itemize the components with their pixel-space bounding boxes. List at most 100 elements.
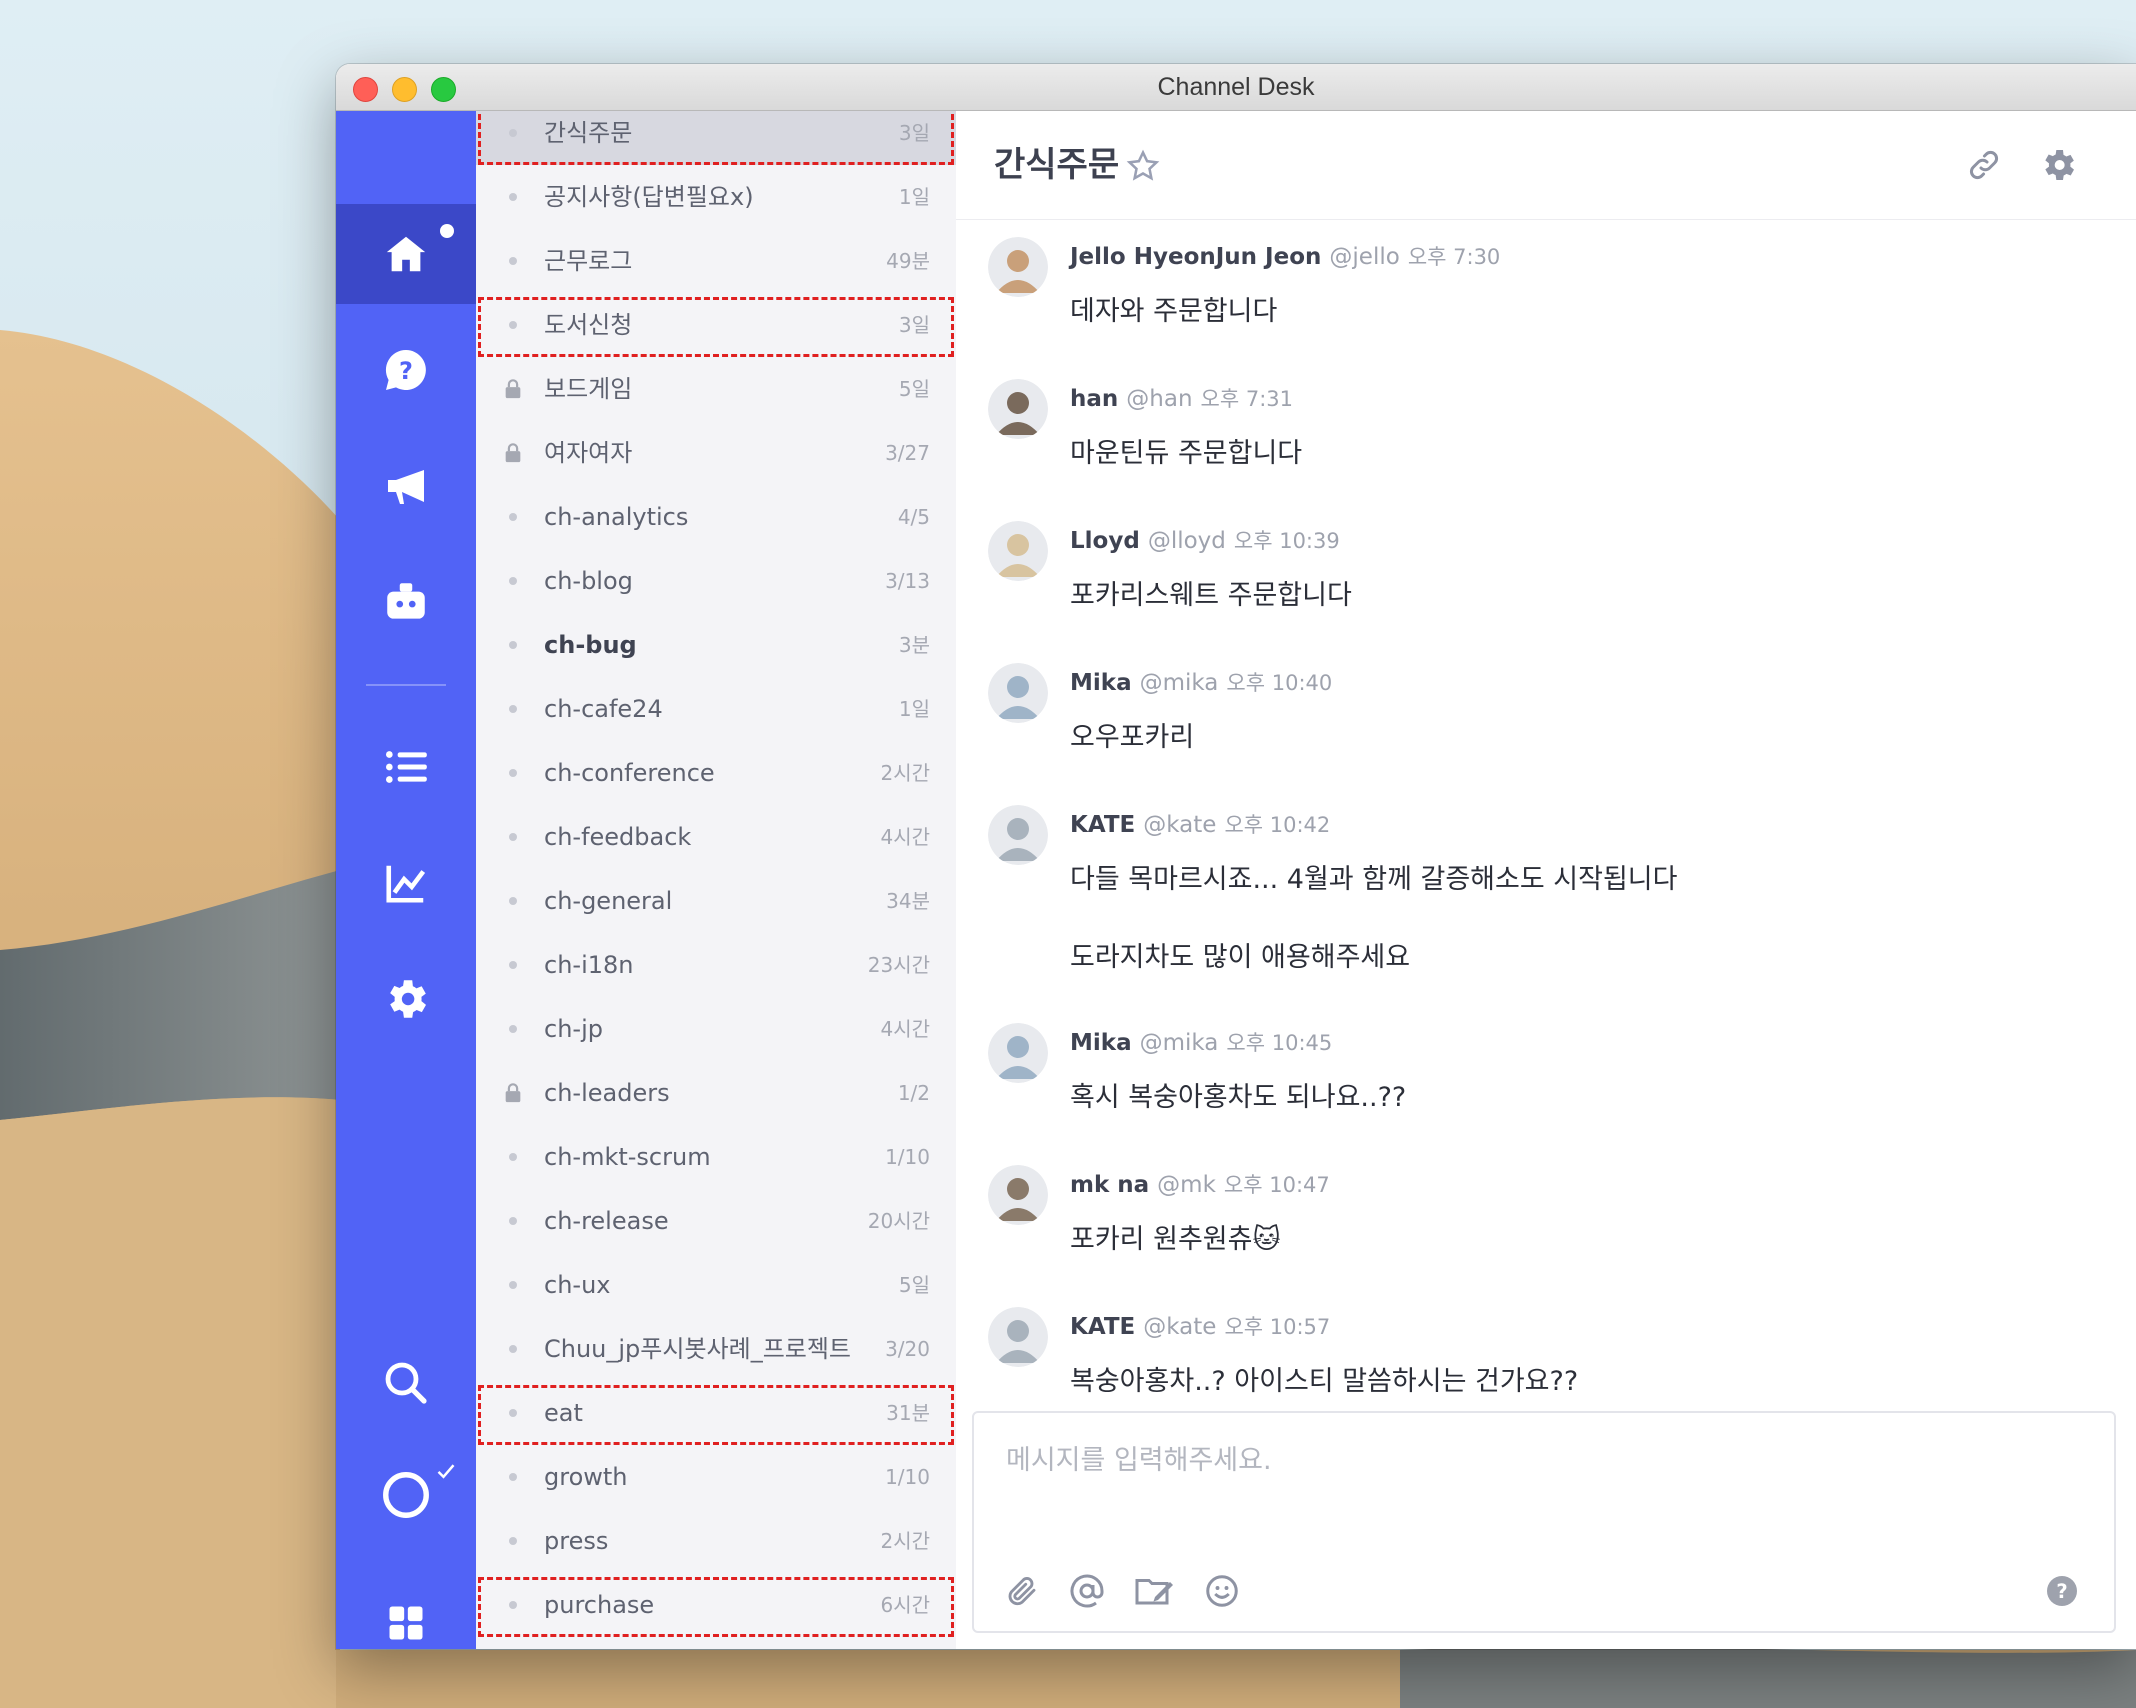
mention-icon[interactable] <box>1069 1573 1105 1609</box>
channel-item[interactable]: 도서신청 3일 <box>476 293 956 357</box>
channel-settings-icon[interactable] <box>2038 145 2078 185</box>
message-text: 포카리 원추원츄🐱 <box>1070 1224 1281 1255</box>
channel-item[interactable]: eat 31분 <box>476 1381 956 1445</box>
channel-bullet <box>509 577 517 585</box>
rail-apps[interactable] <box>336 1573 476 1649</box>
message-author[interactable]: KATE <box>1070 1314 1135 1340</box>
channel-item[interactable]: press 2시간 <box>476 1509 956 1573</box>
avatar[interactable] <box>988 1307 1048 1367</box>
message-text: 데자와 주문합니다 <box>1070 296 1278 327</box>
avatar[interactable] <box>988 1165 1048 1225</box>
emoji-icon[interactable] <box>1204 1573 1240 1609</box>
channel-item[interactable]: ch-jp 4시간 <box>476 997 956 1061</box>
rail-announcements[interactable] <box>336 436 476 536</box>
avatar[interactable] <box>988 237 1048 297</box>
rail-home[interactable] <box>336 204 476 304</box>
rail-settings[interactable] <box>336 949 476 1049</box>
message-author[interactable]: KATE <box>1070 812 1135 838</box>
channel-bullet <box>509 1345 517 1353</box>
channel-item[interactable]: ch-ux 5일 <box>476 1253 956 1317</box>
message-input[interactable] <box>1004 1439 2008 1481</box>
link-icon[interactable] <box>1966 147 2002 183</box>
channel-item[interactable]: 보드게임 5일 <box>476 357 956 421</box>
chat-message: Jello HyeonJun Jeon @jello 오후 7:30 데자와 주문합니… <box>988 237 2108 357</box>
chat-message: Lloyd @lloyd 오후 10:39 포카리스웨트 주문합니다 <box>988 521 2108 641</box>
paperclip-icon[interactable] <box>1004 1573 1040 1609</box>
message-handle: @lloyd <box>1147 528 1226 554</box>
message-text: 도라지차도 많이 애용해주세요 <box>1070 942 1411 973</box>
channel-item[interactable]: ch-analytics 4/5 <box>476 485 956 549</box>
message-author[interactable]: Mika <box>1070 670 1132 696</box>
channel-item[interactable]: ch-cafe24 1일 <box>476 677 956 741</box>
channel-item[interactable]: ch-general 34분 <box>476 869 956 933</box>
channel-bullet <box>509 769 517 777</box>
channel-item[interactable]: ch-blog 3/13 <box>476 549 956 613</box>
channel-last-activity: 1/10 <box>885 1465 930 1489</box>
channel-item[interactable]: purchase 6시간 <box>476 1573 956 1637</box>
rail-status[interactable] <box>336 1445 476 1545</box>
folder-icon[interactable] <box>1134 1573 1176 1609</box>
message-handle: @kate <box>1143 812 1217 838</box>
message-author[interactable]: mk na <box>1070 1172 1149 1198</box>
rail-search[interactable] <box>336 1333 476 1433</box>
message-time: 오후 10:57 <box>1224 1315 1331 1339</box>
lock-icon <box>505 379 521 399</box>
message-meta: KATE @kate 오후 10:57 <box>1070 1311 1330 1341</box>
channel-item[interactable]: growth 1/10 <box>476 1445 956 1509</box>
message-text: 혹시 복숭아홍차도 되나요..?? <box>1070 1082 1407 1113</box>
chat-title: 간식주문 <box>994 145 1120 185</box>
rail-list[interactable] <box>336 717 476 817</box>
message-handle: @mika <box>1139 670 1219 696</box>
chat-message: KATE @kate 오후 10:42 다들 목마르시죠... 4월과 함께 갈증해소… <box>988 805 2108 1005</box>
channel-item[interactable]: ch-mkt-scrum 1/10 <box>476 1125 956 1189</box>
channel-item[interactable]: ch-bug 3분 <box>476 613 956 677</box>
avatar[interactable] <box>988 379 1048 439</box>
message-text: 다들 목마르시죠... 4월과 함께 갈증해소도 시작됩니다 <box>1070 864 1678 895</box>
avatar[interactable] <box>988 521 1048 581</box>
channel-last-activity: 4시간 <box>880 1017 930 1041</box>
channel-item[interactable]: ch-i18n 23시간 <box>476 933 956 997</box>
channel-last-activity: 3/20 <box>885 1337 930 1361</box>
channel-name: ch-jp <box>544 1015 603 1043</box>
list-icon <box>386 751 427 783</box>
channel-last-activity: 2시간 <box>880 761 930 785</box>
channel-name: 근무로그 <box>544 247 633 275</box>
channel-item[interactable]: 간식주문 3일 <box>476 111 956 165</box>
channel-item[interactable]: Chuu_jp푸시봇사례_프로젝트 3/20 <box>476 1317 956 1381</box>
channel-item[interactable]: 공지사항(답변필요x) 1일 <box>476 165 956 229</box>
channel-bullet <box>509 961 517 969</box>
channel-item[interactable]: 근무로그 49분 <box>476 229 956 293</box>
message-author[interactable]: Lloyd <box>1070 528 1140 554</box>
star-icon[interactable] <box>1126 149 1160 183</box>
apps-grid-icon <box>389 1606 423 1640</box>
channel-name: ch-cafe24 <box>544 695 663 723</box>
message-author[interactable]: han <box>1070 386 1118 412</box>
rail-help[interactable]: ? <box>336 320 476 420</box>
message-meta: Mika @mika 오후 10:40 <box>1070 667 1332 697</box>
channel-item[interactable]: 여자여자 3/27 <box>476 421 956 485</box>
message-author[interactable]: Jello HyeonJun Jeon <box>1070 244 1321 270</box>
channel-last-activity: 1/10 <box>885 1145 930 1169</box>
channel-bullet <box>509 1601 517 1609</box>
avatar[interactable] <box>988 663 1048 723</box>
nav-rail: ? <box>336 111 476 1649</box>
chat-panel: 간식주문 Jello HyeonJun Jeon @jello 오후 7:30 데자와… <box>956 111 2136 1649</box>
channel-last-activity: 5일 <box>898 377 930 401</box>
channel-name: ch-conference <box>544 759 715 787</box>
rail-bots[interactable] <box>336 552 476 652</box>
help-icon[interactable]: ? <box>2044 1573 2080 1609</box>
message-author[interactable]: Mika <box>1070 1030 1132 1056</box>
message-meta: KATE @kate 오후 10:42 <box>1070 809 1330 839</box>
rail-statistics[interactable] <box>336 833 476 933</box>
channel-item[interactable]: ch-feedback 4시간 <box>476 805 956 869</box>
avatar[interactable] <box>988 1023 1048 1083</box>
channel-item[interactable]: ch-release 20시간 <box>476 1189 956 1253</box>
channel-last-activity: 31분 <box>886 1401 930 1425</box>
channel-name: ch-release <box>544 1207 669 1235</box>
channel-item[interactable]: ch-conference 2시간 <box>476 741 956 805</box>
channel-name: 보드게임 <box>544 375 633 403</box>
chart-icon <box>386 865 426 903</box>
avatar[interactable] <box>988 805 1048 865</box>
channel-item[interactable]: ch-leaders 1/2 <box>476 1061 956 1125</box>
message-meta: mk na @mk 오후 10:47 <box>1070 1169 1330 1199</box>
